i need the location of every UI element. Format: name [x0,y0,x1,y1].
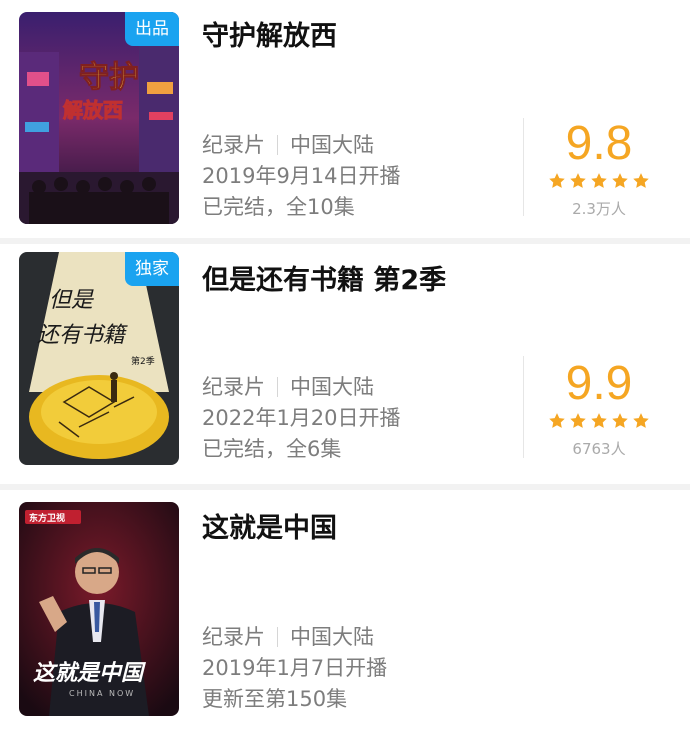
rating-block: 9.8 2.3万人 [540,118,658,219]
region-label: 中国大陆 [290,133,374,157]
show-poster[interactable]: 守护 解放西 出品 [19,12,179,224]
genre-region-line: 纪录片 中国大陆 [202,372,401,403]
episode-status: 更新至第150集 [202,687,348,711]
svg-text:守护: 守护 [79,60,139,95]
show-card[interactable]: 但是 还有书籍 第2季 独家 但是还有书籍 第2季 纪录片 中国大陆 2022年1… [0,244,690,484]
show-meta: 纪录片 中国大陆 2019年1月7日开播 更新至第150集 [202,622,387,715]
star-icon [570,413,586,428]
genre-region-line: 纪录片 中国大陆 [202,622,387,653]
rating-score: 9.9 [565,357,633,410]
star-icon [591,173,607,188]
star-icon [612,173,628,188]
show-meta: 纪录片 中国大陆 2022年1月20日开播 已完结，全6集 [202,372,401,465]
svg-text:CHINA NOW: CHINA NOW [69,689,135,698]
separator [277,377,278,397]
star-icon [591,413,607,428]
star-rating [540,172,658,192]
genre-label: 纪录片 [202,133,265,157]
show-meta: 纪录片 中国大陆 2019年9月14日开播 已完结，全10集 [202,130,401,223]
show-list: 守护 解放西 出品 守护解放西 纪录片 中国大陆 2019年9月14日开播 已完结… [0,0,690,733]
region-label: 中国大陆 [290,625,374,649]
separator [277,135,278,155]
star-icon [633,413,649,428]
star-icon [549,173,565,188]
separator [277,627,278,647]
badge: 出品 [125,12,179,46]
svg-text:东方卫视: 东方卫视 [29,512,65,524]
rating-count: 2.3万人 [572,200,626,218]
genre-region-line: 纪录片 中国大陆 [202,130,401,161]
rating-divider [523,356,524,458]
genre-label: 纪录片 [202,375,265,399]
show-title[interactable]: 但是还有书籍 第2季 [202,258,446,297]
speaker-stage-poster-icon: 东方卫视 这就是中国 CHINA NOW [19,502,179,716]
svg-text:还有书籍: 还有书籍 [37,323,128,348]
genre-label: 纪录片 [202,625,265,649]
star-icon [633,173,649,188]
rating-block: 9.9 6763人 [540,358,658,459]
svg-text:但是: 但是 [49,288,94,313]
episode-status: 已完结，全10集 [202,195,355,219]
rating-divider [523,118,524,216]
show-card[interactable]: 东方卫视 这就是中国 CHINA NOW 这就是中国 纪录片 中国大陆 2019年… [0,490,690,733]
premiere-date: 2019年9月14日开播 [202,164,401,188]
region-label: 中国大陆 [290,375,374,399]
episode-status: 已完结，全6集 [202,437,342,461]
show-poster[interactable]: 但是 还有书籍 第2季 独家 [19,252,179,465]
svg-text:第2季: 第2季 [131,355,155,367]
svg-text:解放西: 解放西 [63,98,123,122]
star-icon [549,413,565,428]
rating-score: 9.8 [565,117,633,170]
badge: 独家 [125,252,179,286]
show-card[interactable]: 守护 解放西 出品 守护解放西 纪录片 中国大陆 2019年9月14日开播 已完结… [0,0,690,238]
show-title[interactable]: 守护解放西 [202,14,337,53]
star-rating [540,412,658,432]
star-icon [612,413,628,428]
svg-text:这就是中国: 这就是中国 [33,660,146,686]
premiere-date: 2022年1月20日开播 [202,406,401,430]
premiere-date: 2019年1月7日开播 [202,656,388,680]
rating-count: 6763人 [572,440,626,458]
show-title[interactable]: 这就是中国 [202,506,337,545]
star-icon [570,173,586,188]
show-poster[interactable]: 东方卫视 这就是中国 CHINA NOW [19,502,179,716]
